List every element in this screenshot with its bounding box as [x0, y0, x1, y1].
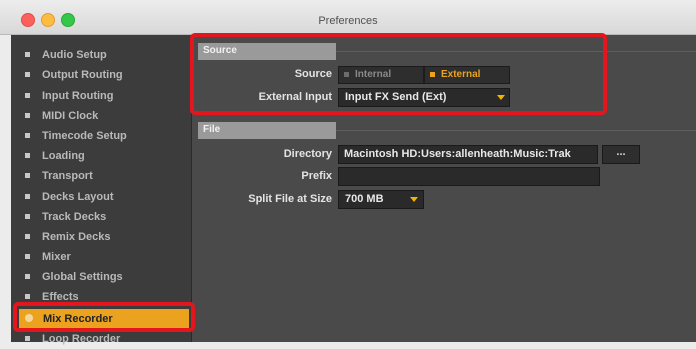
bullet-icon	[25, 336, 30, 341]
bullet-icon	[25, 52, 30, 57]
split-file-label: Split File at Size	[248, 193, 332, 205]
sidebar-item-track-decks[interactable]: Track Decks	[11, 207, 191, 227]
bullet-icon	[25, 153, 30, 158]
sidebar-item-label: MIDI Clock	[42, 110, 99, 122]
file-section-header: File	[198, 122, 336, 139]
sidebar-item-label: Mixer	[42, 251, 71, 263]
directory-field[interactable]: Macintosh HD:Users:allenheath:Music:Trak	[338, 145, 598, 164]
mix-recorder-highlight-box	[13, 302, 195, 332]
sidebar-item-loop-recorder[interactable]: Loop Recorder	[11, 329, 191, 349]
field-value: Macintosh HD:Users:allenheath:Music:Trak	[344, 148, 571, 160]
bullet-icon	[25, 294, 30, 299]
bullet-icon	[25, 133, 30, 138]
bullet-icon	[25, 254, 30, 259]
section-title: File	[203, 124, 221, 135]
sidebar-item-label: Global Settings	[42, 271, 123, 283]
sidebar-item-global-settings[interactable]: Global Settings	[11, 267, 191, 287]
sidebar-item-mixer[interactable]: Mixer	[11, 247, 191, 267]
sidebar-item-label: Timecode Setup	[42, 130, 127, 142]
bullet-icon	[25, 214, 30, 219]
sidebar-item-loading[interactable]: Loading	[11, 146, 191, 166]
sidebar-item-label: Decks Layout	[42, 191, 114, 203]
sidebar-item-output-routing[interactable]: Output Routing	[11, 65, 191, 85]
sidebar-item-label: Transport	[42, 170, 93, 182]
bullet-icon	[25, 113, 30, 118]
sidebar-item-label: Audio Setup	[42, 49, 107, 61]
sidebar-item-remix-decks[interactable]: Remix Decks	[11, 227, 191, 247]
bullet-icon	[25, 72, 30, 77]
prefix-label: Prefix	[301, 170, 332, 182]
sidebar-item-label: Output Routing	[42, 69, 123, 81]
window-title: Preferences	[318, 15, 378, 27]
title-bar: Preferences	[0, 0, 696, 35]
preferences-sidebar: Audio Setup Output Routing Input Routing…	[11, 35, 192, 345]
sidebar-item-label: Input Routing	[42, 90, 114, 102]
browse-button[interactable]: ...	[602, 145, 640, 164]
bullet-icon	[25, 93, 30, 98]
directory-label: Directory	[283, 148, 332, 160]
sidebar-item-label: Loop Recorder	[42, 333, 121, 345]
divider	[336, 130, 696, 131]
bullet-icon	[25, 234, 30, 239]
bullet-icon	[25, 194, 30, 199]
sidebar-item-decks-layout[interactable]: Decks Layout	[11, 187, 191, 207]
prefix-field[interactable]	[338, 167, 600, 186]
sidebar-item-midi-clock[interactable]: MIDI Clock	[11, 106, 191, 126]
sidebar-item-timecode-setup[interactable]: Timecode Setup	[11, 126, 191, 146]
bullet-icon	[25, 173, 30, 178]
sidebar-item-label: Track Decks	[42, 211, 107, 223]
split-size-dropdown[interactable]: 700 MB	[338, 190, 424, 209]
bullet-icon	[25, 274, 30, 279]
sidebar-item-audio-setup[interactable]: Audio Setup	[11, 45, 191, 65]
source-highlight-box	[190, 33, 607, 115]
sidebar-item-label: Loading	[42, 150, 85, 162]
chevron-down-icon	[410, 197, 418, 202]
dropdown-value: 700 MB	[345, 193, 384, 205]
sidebar-item-input-routing[interactable]: Input Routing	[11, 86, 191, 106]
sidebar-item-transport[interactable]: Transport	[11, 166, 191, 186]
sidebar-item-label: Remix Decks	[42, 231, 111, 243]
